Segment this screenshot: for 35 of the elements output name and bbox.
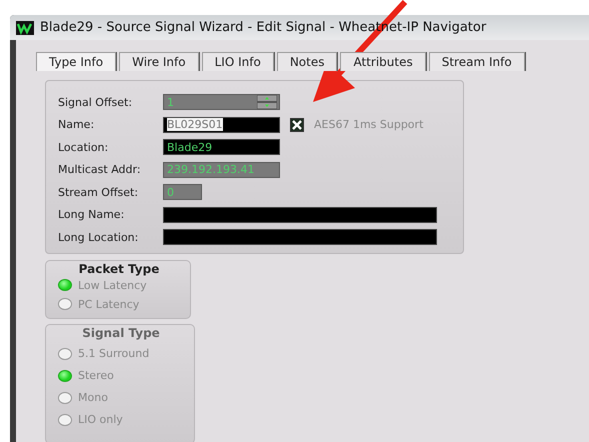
option-label: LIO only xyxy=(78,413,123,426)
field-label: Stream Offset: xyxy=(58,186,140,199)
option-label: Mono xyxy=(78,391,108,404)
radio-button[interactable] xyxy=(58,348,72,360)
radio-button[interactable] xyxy=(58,370,72,382)
field-label: Long Location: xyxy=(58,230,140,244)
tab[interactable]: Type Info xyxy=(36,52,116,71)
option-label: Low Latency xyxy=(78,278,147,292)
option-label: PC Latency xyxy=(78,298,140,310)
field-label: Multicast Addr: xyxy=(58,163,142,176)
option-label: 5.1 Surround xyxy=(78,347,150,360)
group-title: Packet Type xyxy=(78,262,160,276)
radio-button[interactable] xyxy=(58,298,72,310)
spinner-arrows-icon[interactable] xyxy=(257,95,277,110)
checkbox-label: AES67 1ms Support xyxy=(314,118,424,132)
input-field[interactable] xyxy=(163,229,437,246)
field-label: Long Name: xyxy=(58,208,126,222)
input-field[interactable] xyxy=(163,206,437,223)
option-label: Stereo xyxy=(78,369,114,382)
radio-button[interactable] xyxy=(58,279,72,291)
field-label: Name: xyxy=(58,118,96,132)
tab[interactable]: Stream Info xyxy=(428,52,525,71)
radio-button[interactable] xyxy=(58,392,72,404)
field-label: Signal Offset: xyxy=(58,96,134,109)
input-field[interactable]: BL029S01 xyxy=(163,116,280,133)
input-field[interactable]: Blade29 xyxy=(163,139,280,156)
radio-button[interactable] xyxy=(58,414,72,426)
tab[interactable]: Notes xyxy=(276,52,338,71)
tab[interactable]: Attributes xyxy=(340,52,426,71)
checkbox[interactable] xyxy=(290,118,304,132)
tab[interactable]: LIO Info xyxy=(202,52,274,71)
group-title: Signal Type xyxy=(81,326,161,340)
tab[interactable]: Wire Info xyxy=(119,52,199,71)
field-label: Location: xyxy=(58,140,110,154)
app-logo-icon xyxy=(16,20,34,34)
